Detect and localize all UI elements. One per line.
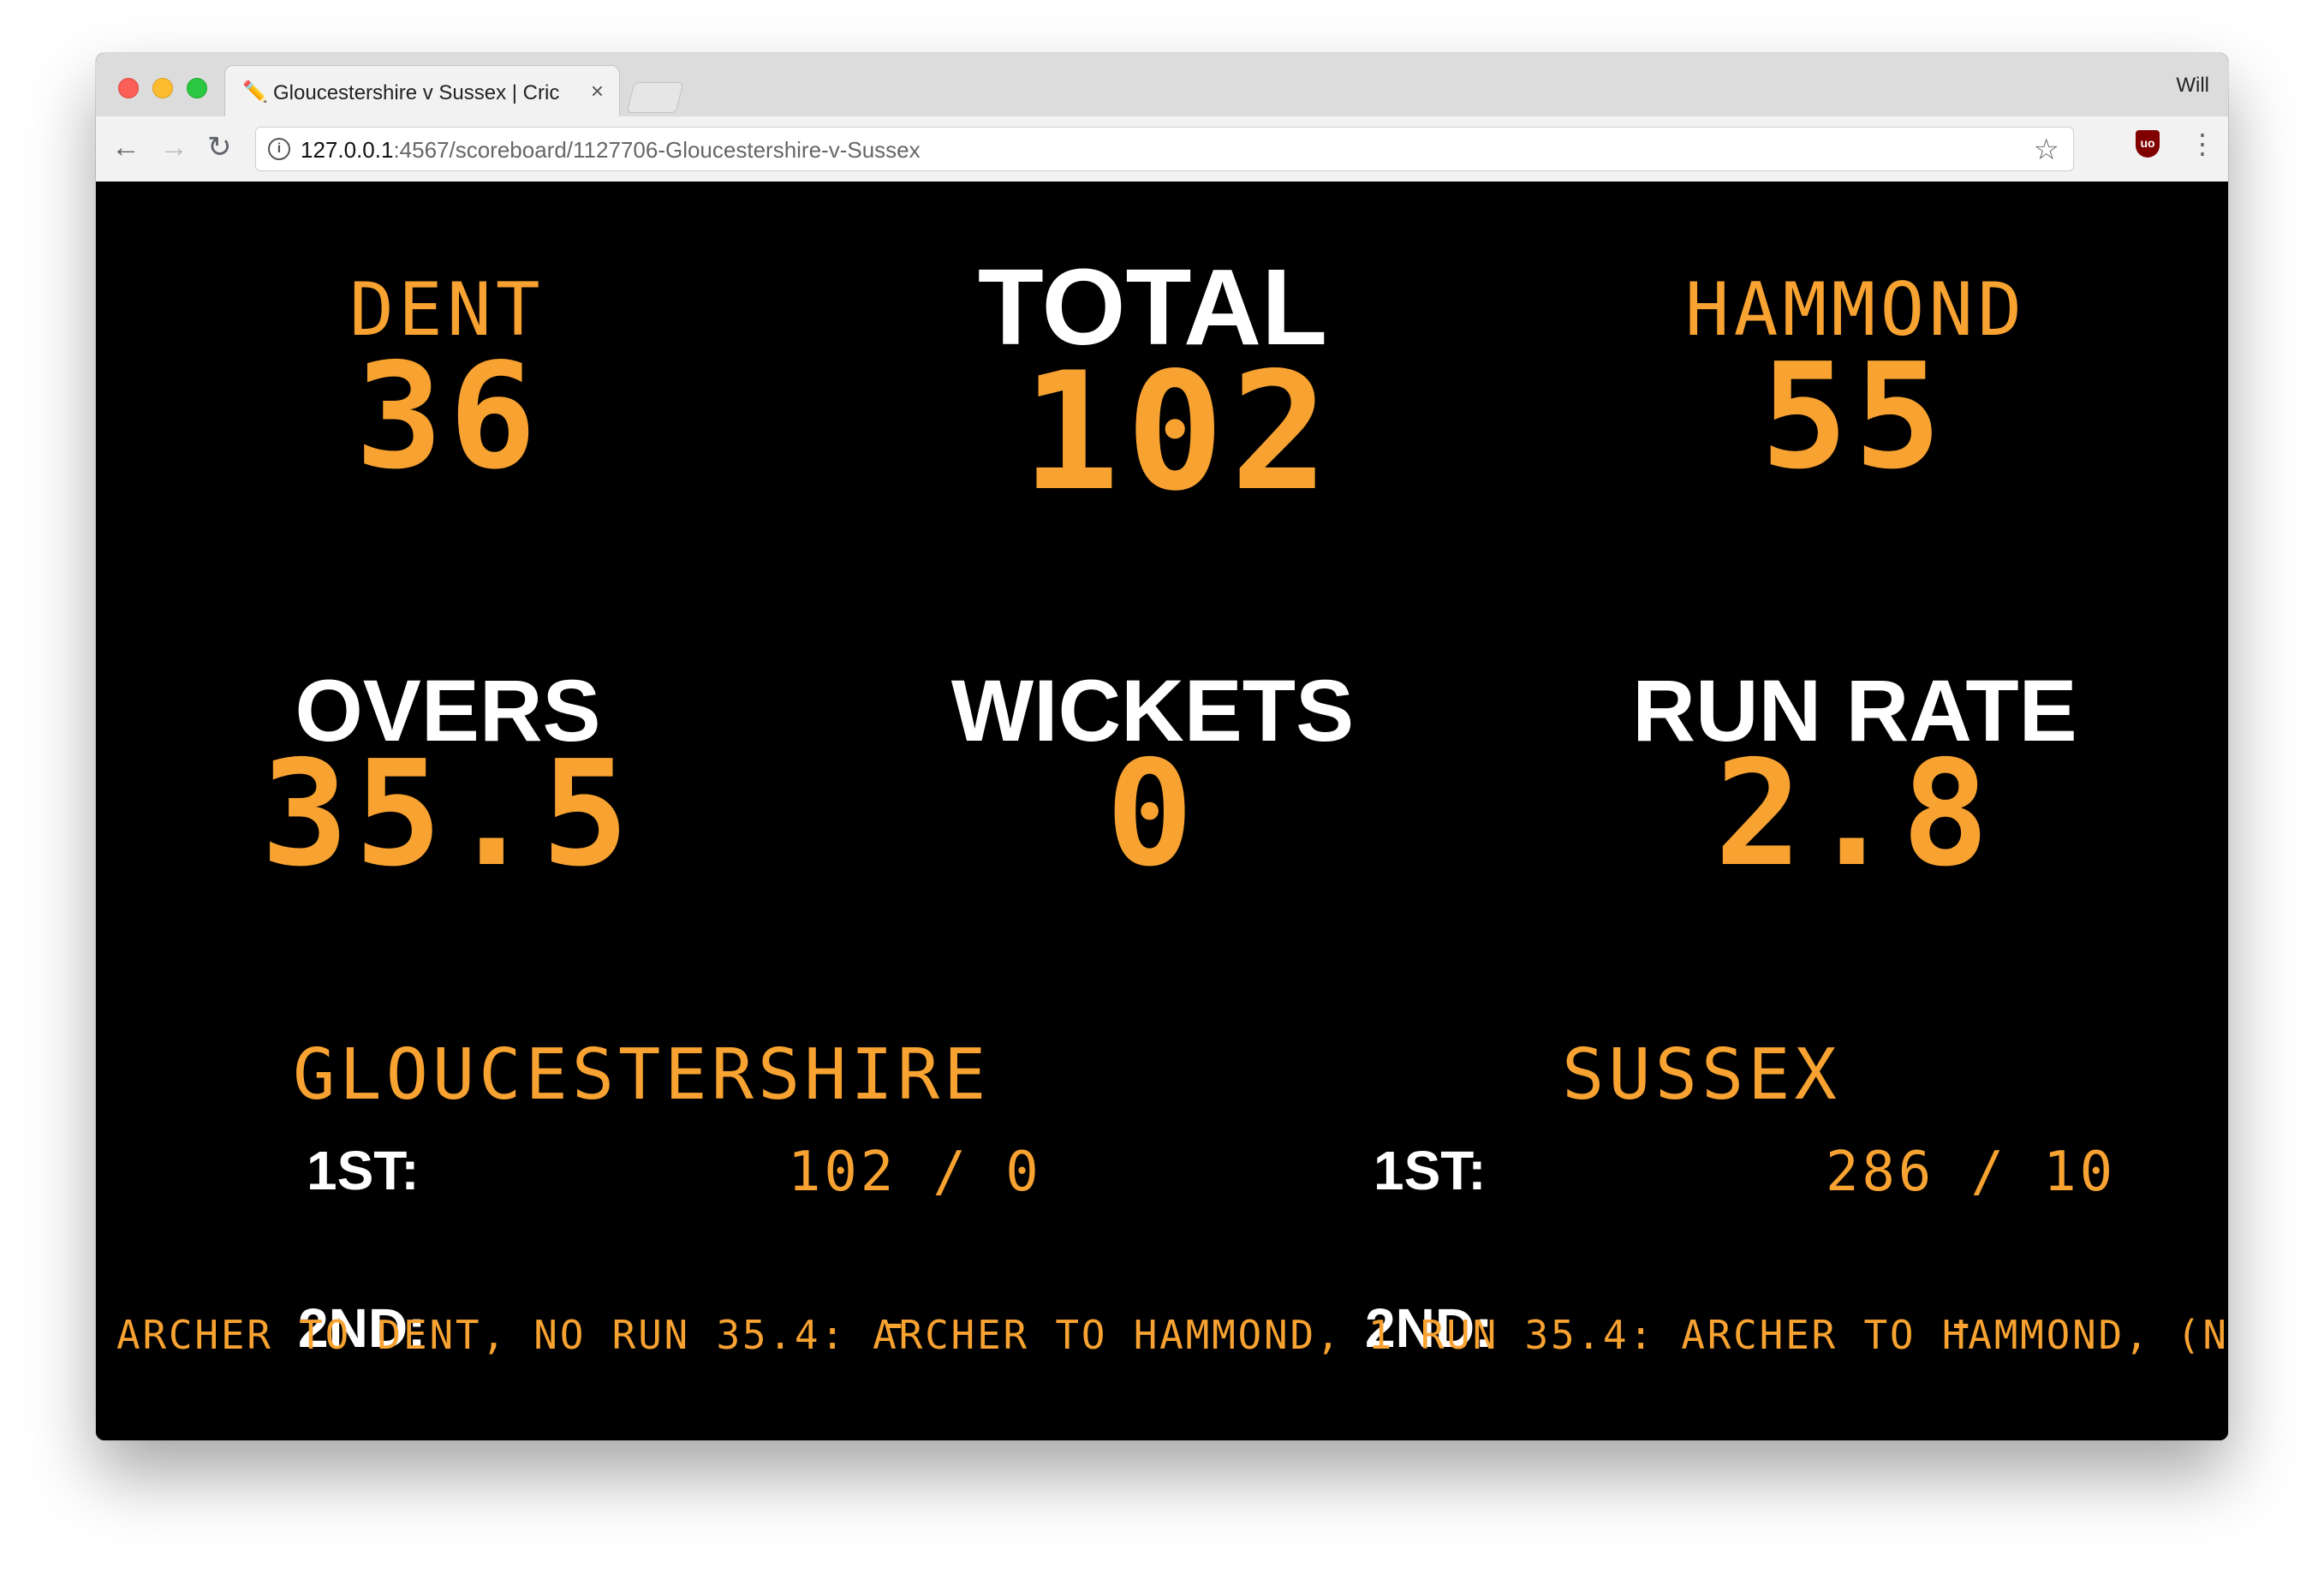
overs-value: 35.5: [260, 730, 635, 899]
wickets-value: 0: [1105, 730, 1200, 899]
total-value: 102: [1022, 337, 1335, 527]
close-window-button[interactable]: [118, 78, 139, 98]
team2-name: SUSSEX: [1562, 1034, 1841, 1116]
tab-title: Gloucestershire v Sussex | Cric: [273, 81, 560, 104]
forward-icon[interactable]: →: [159, 130, 188, 164]
team2-first-label: 1ST:: [1374, 1140, 1487, 1201]
minimize-window-button[interactable]: [152, 78, 173, 98]
url-path: :4567/scoreboard/1127706-Gloucestershire…: [393, 137, 921, 163]
team1-name: GLOUCESTERSHIRE: [293, 1034, 991, 1116]
menu-icon[interactable]: ⋮: [2189, 130, 2216, 158]
close-icon[interactable]: ×: [591, 78, 604, 104]
batsman1-runs: 36: [355, 332, 543, 502]
bookmark-star-icon[interactable]: ☆: [2034, 133, 2059, 167]
url-text[interactable]: 127.0.0.1:4567/scoreboard/1127706-Glouce…: [301, 137, 921, 164]
team2-first-score: 286 / 10: [1826, 1141, 2116, 1204]
team1-first-score: 102 / 0: [788, 1141, 1042, 1204]
team1-first-label: 1ST:: [307, 1140, 420, 1201]
reload-icon[interactable]: ↻: [207, 130, 232, 164]
pencil-icon: ✏️: [242, 80, 268, 104]
url-host: 127.0.0.1: [301, 137, 394, 163]
back-icon[interactable]: ←: [111, 130, 140, 164]
new-tab-button[interactable]: [626, 82, 684, 113]
tab-strip: ✏️ Gloucestershire v Sussex | Cric × Wil…: [96, 53, 2228, 117]
profile-name[interactable]: Will: [2176, 74, 2209, 98]
maximize-window-button[interactable]: [187, 78, 207, 98]
browser-window: ✏️ Gloucestershire v Sussex | Cric × Wil…: [96, 53, 2228, 1440]
info-icon[interactable]: i: [268, 138, 290, 160]
ublock-shield-icon[interactable]: uo: [2136, 130, 2160, 158]
browser-tab[interactable]: ✏️ Gloucestershire v Sussex | Cric ×: [224, 65, 620, 117]
batsman2-runs: 55: [1760, 332, 1948, 502]
scoreboard: DENT 36 TOTAL 102 HAMMOND 55 OVERS 35.5 …: [96, 182, 2228, 1440]
browser-toolbar: ← → ↻ i 127.0.0.1:4567/scoreboard/112770…: [96, 116, 2228, 182]
address-bar[interactable]: i 127.0.0.1:4567/scoreboard/1127706-Glou…: [255, 127, 2074, 171]
run-rate-value: 2.8: [1714, 730, 1995, 899]
commentary-ticker: ARCHER TO DENT, NO RUN 35.4: ARCHER TO H…: [116, 1312, 2228, 1358]
